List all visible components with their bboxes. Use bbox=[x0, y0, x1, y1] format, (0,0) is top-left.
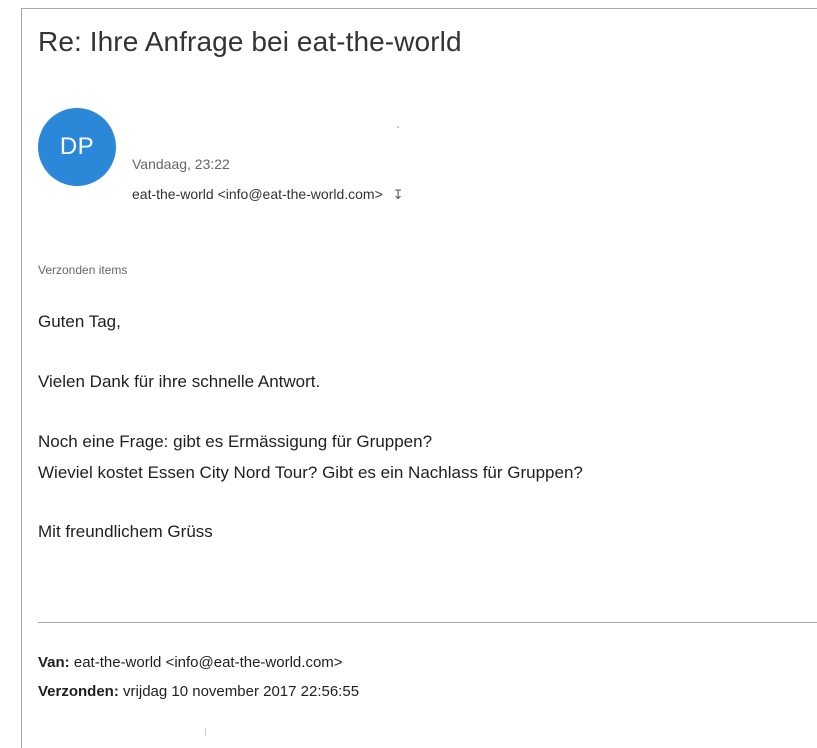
quoted-from-line: Van: eat-the-world <info@eat-the-world.c… bbox=[38, 654, 343, 671]
quoted-from-value: eat-the-world <info@eat-the-world.com> bbox=[73, 654, 343, 671]
quoted-sent-label: Verzonden: bbox=[38, 683, 119, 700]
quoted-sent-line: Verzonden: vrijdag 10 november 2017 22:5… bbox=[38, 683, 359, 700]
body-line-question-1: Noch eine Frage: gibt es Ermässigung für… bbox=[38, 432, 433, 451]
avatar-initials: DP bbox=[59, 133, 95, 160]
sender-address[interactable]: eat-the-world <info@eat-the-world.com> bbox=[132, 186, 383, 202]
decorative-dot bbox=[397, 126, 399, 128]
email-subject: Re: Ihre Anfrage bei eat-the-world bbox=[38, 26, 462, 57]
quoted-from-label: Van: bbox=[38, 654, 70, 671]
quote-divider bbox=[38, 622, 817, 623]
decorative-tick bbox=[205, 728, 206, 736]
email-date: Vandaag, 23:22 bbox=[132, 156, 230, 172]
folder-label: Verzonden items bbox=[38, 263, 128, 277]
sender-line: eat-the-world <info@eat-the-world.com> ↧ bbox=[132, 186, 404, 202]
sender-avatar[interactable]: DP bbox=[38, 108, 116, 186]
body-line-closing: Mit freundlichem Grüss bbox=[38, 522, 213, 541]
chevron-double-down-icon[interactable]: ↧ bbox=[393, 188, 404, 201]
body-line-thanks: Vielen Dank für ihre schnelle Antwort. bbox=[38, 372, 321, 391]
body-line-greeting: Guten Tag, bbox=[38, 312, 121, 331]
body-line-question-2: Wieviel kostet Essen City Nord Tour? Gib… bbox=[38, 463, 583, 482]
quoted-sent-value: vrijdag 10 november 2017 22:56:55 bbox=[123, 683, 360, 700]
